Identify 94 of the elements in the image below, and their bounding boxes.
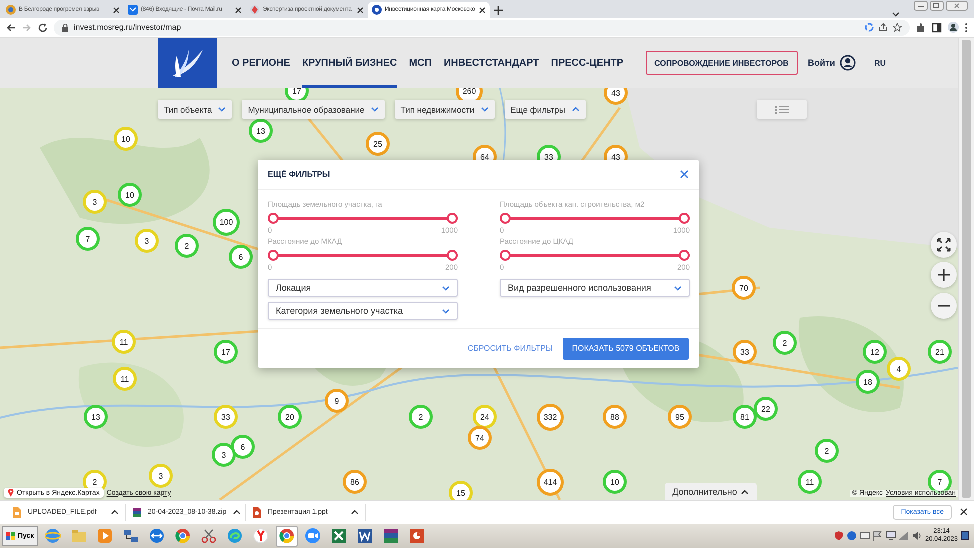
side-panel-icon[interactable] [932,22,942,32]
document-icon[interactable] [357,528,374,544]
close-icon[interactable] [235,6,242,14]
reload-icon[interactable] [38,22,48,32]
close-icon[interactable] [357,6,364,14]
nav-link[interactable]: ПРЕСС-ЦЕНТР [551,38,624,88]
map-pin-icon [8,489,14,497]
close-icon[interactable] [479,6,486,14]
emblem-icon [250,5,260,15]
presentation-file-icon [252,506,262,518]
profile-icon[interactable] [948,22,959,33]
filter-dropdown[interactable]: Тип объекта [158,100,232,119]
expand-icon [937,238,951,252]
archive-icon[interactable] [383,528,400,544]
pdf-file-icon [12,506,22,518]
desktop-icon[interactable] [961,531,969,541]
plus-icon [937,268,951,282]
wing-icon [170,48,204,78]
browser-icon[interactable] [279,528,296,544]
globe-icon[interactable] [45,528,62,544]
nav-link[interactable]: МСП [409,38,432,88]
emblem-icon [6,5,16,15]
keyboard-icon[interactable] [860,531,870,541]
spreadsheet-icon[interactable] [331,528,348,544]
close-icon[interactable] [960,508,968,516]
close-icon[interactable] [113,6,120,14]
share-icon[interactable] [879,23,888,32]
dialog-title: ЕЩЁ ФИЛЬТРЫ [268,170,330,179]
caret-down-icon [370,106,379,113]
presentation-icon[interactable] [409,528,426,544]
slider-handle[interactable] [679,250,690,261]
slider-handle[interactable] [268,250,279,261]
circle-icon[interactable] [847,531,858,541]
filter-dropdown[interactable]: Тип недвижимости [394,100,495,119]
select-dropdown[interactable]: Вид разрешенного использования [500,279,690,297]
more-button[interactable]: Дополнительно [665,483,757,500]
select-dropdown[interactable]: Локация [268,279,458,297]
arrows-icon[interactable] [149,528,166,544]
show-objects-button[interactable]: ПОКАЗАТЬ 5079 ОБЪЕКТОВ [563,338,689,360]
shield-icon[interactable] [834,531,844,541]
caret-up-icon[interactable] [111,509,119,515]
scissors-icon[interactable] [201,528,218,544]
list-view-button[interactable] [757,100,807,119]
caret-up-icon[interactable] [232,509,241,515]
user-icon [840,55,856,71]
windows-flag-icon [6,532,16,540]
envelope-icon [128,5,138,15]
slider-handle[interactable] [447,213,458,224]
filter-dropdown[interactable]: Муниципальное образование [242,100,385,119]
circle-icon [372,5,382,15]
menu-icon[interactable] [965,22,968,32]
logo[interactable] [158,38,217,88]
slider-handle[interactable] [679,213,690,224]
signal-icon[interactable] [899,531,910,541]
scrollbar[interactable] [958,38,974,500]
slider-handle[interactable] [447,250,458,261]
slider-handle[interactable] [500,213,511,224]
address-field[interactable]: invest.mosreg.ru/investor/map [54,20,910,36]
language-link[interactable]: RU [874,58,886,68]
media-player-icon[interactable] [97,528,114,544]
nav-link[interactable]: ИНВЕСТСТАНДАРТ [444,38,540,88]
caret-down-icon [480,106,489,113]
list-icon [775,104,789,114]
caret-down-icon [674,284,682,292]
flag-icon[interactable] [873,531,884,541]
back-arrow-icon[interactable] [6,22,16,32]
video-camera-icon[interactable] [305,528,322,544]
lock-icon [62,24,69,32]
investor-support-button[interactable]: СОПРОВОЖДЕНИЕ ИНВЕСТОРОВ [646,51,798,75]
puzzle-icon[interactable] [916,22,926,32]
nav-link[interactable]: О РЕГИОНЕ [232,38,290,88]
caret-up-icon [572,106,580,113]
network-icon[interactable] [123,528,140,544]
minimize-icon[interactable] [914,1,928,11]
caret-down-icon [218,106,226,113]
caret-up-icon [741,488,750,494]
slider-handle[interactable] [268,213,279,224]
archive-icon [132,506,142,518]
star-icon[interactable] [893,23,902,32]
slider-handle[interactable] [500,250,511,261]
filter-dropdown[interactable]: Еще фильтры [504,100,586,119]
speaker-icon[interactable] [912,531,922,541]
display-icon[interactable] [886,531,896,541]
caret-up-icon[interactable] [351,509,359,515]
select-dropdown[interactable]: Категория земельного участка [268,302,458,320]
browser-icon[interactable] [253,528,270,544]
chevron-down-icon[interactable] [892,12,900,18]
caret-down-icon [442,308,450,314]
restore-icon[interactable] [930,1,944,11]
google-icon[interactable] [865,23,874,32]
plus-icon[interactable] [494,6,502,14]
login-button[interactable]: Войти [808,55,856,71]
browser-icon[interactable] [175,528,192,544]
caret-down-icon [442,284,450,292]
